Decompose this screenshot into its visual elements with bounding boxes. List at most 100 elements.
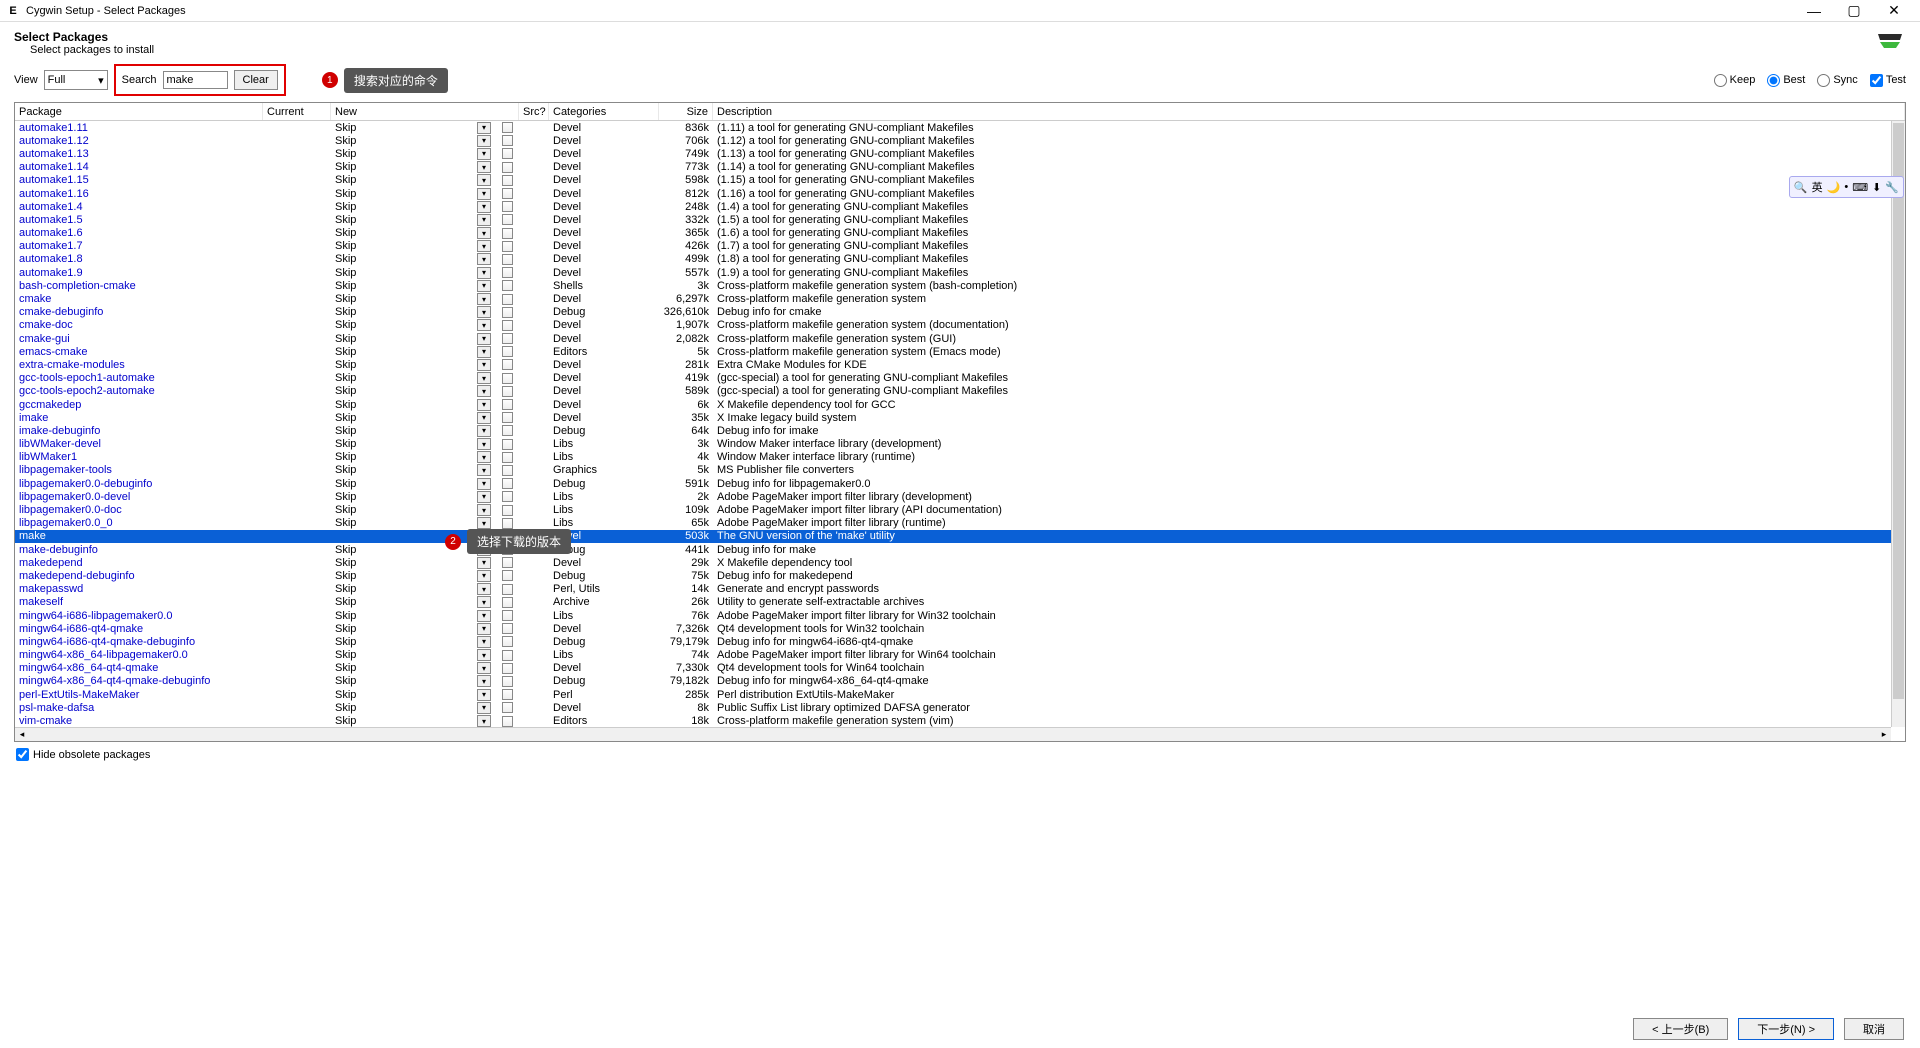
cell-new[interactable]: Skip▾ — [331, 293, 495, 305]
cancel-button[interactable]: 取消 — [1844, 1018, 1904, 1040]
table-row[interactable]: make 4.3-1▾ Devel 503k The GNU version o… — [15, 530, 1905, 543]
chevron-down-icon[interactable]: ▾ — [477, 570, 491, 582]
chevron-down-icon[interactable]: ▾ — [477, 346, 491, 358]
table-row[interactable]: cmake Skip▾ Devel 6,297k Cross-platform … — [15, 292, 1905, 305]
cell-new[interactable]: Skip▾ — [331, 636, 495, 648]
table-row[interactable]: cmake-debuginfo Skip▾ Debug 326,610k Deb… — [15, 306, 1905, 319]
dot-icon[interactable]: • — [1844, 181, 1848, 193]
cell-new[interactable]: Skip▾ — [331, 557, 495, 569]
table-row[interactable]: bash-completion-cmake Skip▾ Shells 3k Cr… — [15, 279, 1905, 292]
cell-new[interactable]: Skip▾ — [331, 504, 495, 516]
radio-keep[interactable]: Keep — [1714, 74, 1756, 87]
cell-src-checkbox[interactable] — [495, 267, 519, 278]
chevron-down-icon[interactable]: ▾ — [477, 491, 491, 503]
cell-new[interactable]: Skip▾ — [331, 201, 495, 213]
table-row[interactable]: mingw64-i686-libpagemaker0.0 Skip▾ Libs … — [15, 609, 1905, 622]
cell-new[interactable]: Skip▾ — [331, 346, 495, 358]
table-row[interactable]: make-debuginfo Skip▾ Debug 441k Debug in… — [15, 543, 1905, 556]
table-row[interactable]: automake1.14 Skip▾ Devel 773k (1.14) a t… — [15, 161, 1905, 174]
chevron-down-icon[interactable]: ▾ — [477, 227, 491, 239]
cell-new[interactable]: Skip▾ — [331, 306, 495, 318]
cell-src-checkbox[interactable] — [495, 188, 519, 199]
table-row[interactable]: cmake-doc Skip▾ Devel 1,907k Cross-platf… — [15, 319, 1905, 332]
download-icon[interactable]: ⬇ — [1872, 181, 1881, 194]
table-row[interactable]: extra-cmake-modules Skip▾ Devel 281k Ext… — [15, 358, 1905, 371]
cell-src-checkbox[interactable] — [495, 570, 519, 581]
cell-new[interactable]: Skip▾ — [331, 359, 495, 371]
chevron-down-icon[interactable]: ▾ — [477, 504, 491, 516]
col-package[interactable]: Package — [15, 103, 263, 120]
hide-obsolete-checkbox[interactable] — [16, 748, 29, 761]
table-row[interactable]: automake1.6 Skip▾ Devel 365k (1.6) a too… — [15, 227, 1905, 240]
next-button[interactable]: 下一步(N) > — [1738, 1018, 1834, 1040]
cell-src-checkbox[interactable] — [495, 465, 519, 476]
chevron-down-icon[interactable]: ▾ — [477, 359, 491, 371]
cell-new[interactable]: Skip▾ — [331, 148, 495, 160]
table-row[interactable]: automake1.12 Skip▾ Devel 706k (1.12) a t… — [15, 134, 1905, 147]
cell-src-checkbox[interactable] — [495, 584, 519, 595]
chevron-down-icon[interactable]: ▾ — [477, 188, 491, 200]
cell-new[interactable]: Skip▾ — [331, 491, 495, 503]
chevron-down-icon[interactable]: ▾ — [477, 557, 491, 569]
table-row[interactable]: makepasswd Skip▾ Perl, Utils 14k Generat… — [15, 583, 1905, 596]
table-row[interactable]: libWMaker1 Skip▾ Libs 4k Window Maker in… — [15, 451, 1905, 464]
cell-src-checkbox[interactable] — [495, 623, 519, 634]
chevron-down-icon[interactable]: ▾ — [477, 425, 491, 437]
cell-src-checkbox[interactable] — [495, 373, 519, 384]
cell-new[interactable]: Skip▾ — [331, 425, 495, 437]
cell-src-checkbox[interactable] — [495, 610, 519, 621]
clear-button[interactable]: Clear — [234, 70, 278, 90]
chevron-down-icon[interactable]: ▾ — [477, 280, 491, 292]
chevron-down-icon[interactable]: ▾ — [477, 715, 491, 727]
table-row[interactable]: automake1.4 Skip▾ Devel 248k (1.4) a too… — [15, 200, 1905, 213]
table-row[interactable]: automake1.5 Skip▾ Devel 332k (1.5) a too… — [15, 213, 1905, 226]
cell-src-checkbox[interactable] — [495, 135, 519, 146]
cell-new[interactable]: Skip▾ — [331, 135, 495, 147]
col-description[interactable]: Description — [713, 103, 1905, 120]
cell-src-checkbox[interactable] — [495, 478, 519, 489]
table-row[interactable]: makedepend-debuginfo Skip▾ Debug 75k Deb… — [15, 569, 1905, 582]
cell-src-checkbox[interactable] — [495, 162, 519, 173]
table-row[interactable]: libpagemaker0.0_0 Skip▾ Libs 65k Adobe P… — [15, 517, 1905, 530]
moon-icon[interactable]: 🌙 — [1827, 181, 1841, 194]
cell-src-checkbox[interactable] — [495, 175, 519, 186]
cell-new[interactable]: Skip▾ — [331, 372, 495, 384]
cell-src-checkbox[interactable] — [495, 228, 519, 239]
table-row[interactable]: libWMaker-devel Skip▾ Libs 3k Window Mak… — [15, 438, 1905, 451]
table-row[interactable]: imake-debuginfo Skip▾ Debug 64k Debug in… — [15, 424, 1905, 437]
cell-new[interactable]: Skip▾ — [331, 662, 495, 674]
cell-new[interactable]: Skip▾ — [331, 464, 495, 476]
cell-new[interactable]: Skip▾ — [331, 715, 495, 727]
cell-src-checkbox[interactable] — [495, 241, 519, 252]
chevron-down-icon[interactable]: ▾ — [477, 174, 491, 186]
table-row[interactable]: mingw64-i686-qt4-qmake-debuginfo Skip▾ D… — [15, 635, 1905, 648]
table-row[interactable]: automake1.7 Skip▾ Devel 426k (1.7) a too… — [15, 240, 1905, 253]
cell-new[interactable]: Skip▾ — [331, 702, 495, 714]
table-row[interactable]: makedepend Skip▾ Devel 29k X Makefile de… — [15, 556, 1905, 569]
chevron-down-icon[interactable]: ▾ — [477, 372, 491, 384]
cell-src-checkbox[interactable] — [495, 425, 519, 436]
chevron-down-icon[interactable]: ▾ — [477, 267, 491, 279]
cell-src-checkbox[interactable] — [495, 254, 519, 265]
chevron-down-icon[interactable]: ▾ — [477, 333, 491, 345]
cell-new[interactable]: Skip▾ — [331, 188, 495, 200]
cell-new[interactable]: Skip▾ — [331, 240, 495, 252]
table-row[interactable]: mingw64-x86_64-qt4-qmake-debuginfo Skip▾… — [15, 675, 1905, 688]
cell-src-checkbox[interactable] — [495, 280, 519, 291]
table-row[interactable]: perl-ExtUtils-MakeMaker Skip▾ Perl 285k … — [15, 688, 1905, 701]
cell-new[interactable]: Skip▾ — [331, 122, 495, 134]
ime-toolbar[interactable]: 🔍 英 🌙 • ⌨ ⬇ 🔧 — [1789, 176, 1904, 198]
chevron-down-icon[interactable]: ▾ — [477, 702, 491, 714]
table-row[interactable]: mingw64-x86_64-libpagemaker0.0 Skip▾ Lib… — [15, 649, 1905, 662]
chevron-down-icon[interactable]: ▾ — [477, 464, 491, 476]
radio-sync[interactable]: Sync — [1817, 74, 1857, 87]
cell-new[interactable]: Skip▾ — [331, 333, 495, 345]
cell-new[interactable]: Skip▾ — [331, 596, 495, 608]
horizontal-scrollbar[interactable]: ◂ ▸ — [15, 727, 1891, 741]
vertical-scrollbar[interactable] — [1891, 121, 1905, 727]
chevron-down-icon[interactable]: ▾ — [477, 438, 491, 450]
chevron-down-icon[interactable]: ▾ — [477, 399, 491, 411]
table-row[interactable]: libpagemaker-tools Skip▾ Graphics 5k MS … — [15, 464, 1905, 477]
chevron-down-icon[interactable]: ▾ — [477, 649, 491, 661]
cell-src-checkbox[interactable] — [495, 557, 519, 568]
